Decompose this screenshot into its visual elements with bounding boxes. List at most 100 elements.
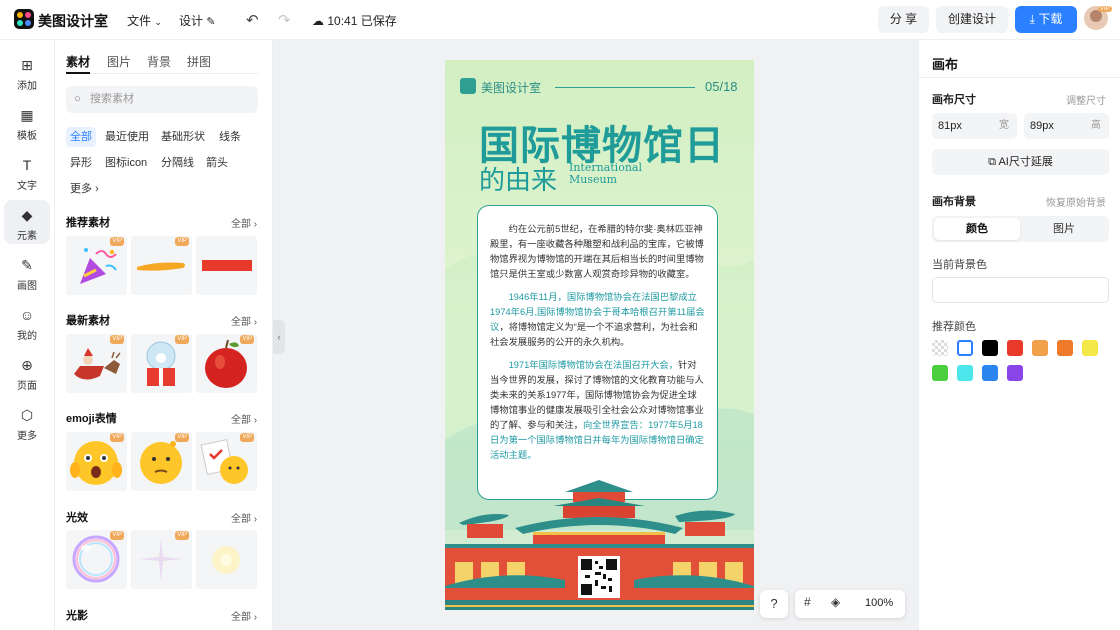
color-swatch[interactable] (1007, 340, 1023, 356)
download-button[interactable]: ⤓ 下载 (1015, 6, 1077, 33)
grid-icon[interactable]: # (804, 595, 811, 609)
create-design-button[interactable]: 创建设计 (936, 6, 1008, 33)
top-bar: 美图设计室 文件 ⌄ 设计 ✎ ↶ ↷ ☁ 10:41 已保存 分 享 创建设计… (0, 0, 1120, 40)
zoom-level[interactable]: 100% (865, 597, 893, 609)
color-swatch[interactable] (932, 340, 948, 356)
chevron-down-icon: ⌄ (154, 17, 162, 27)
resize-link[interactable]: 调整尺寸 (1066, 92, 1106, 107)
poster-canvas[interactable]: 美图设计室 05/18 国际博物馆日 的由来 International Mus… (445, 60, 754, 610)
nav-item-text[interactable]: T 文字 (4, 150, 50, 194)
chip-arrows[interactable]: 箭头 (202, 153, 232, 173)
nav-item-pages[interactable]: ⊕ 页面 (4, 350, 50, 394)
search-input[interactable]: ○ 搜索素材 (66, 86, 258, 113)
color-swatch[interactable] (1007, 365, 1023, 381)
poster-english-title: International Museum (569, 162, 642, 186)
avatar-vip-badge: VIP (1098, 6, 1112, 12)
material-thumb[interactable]: VIP (131, 236, 192, 295)
material-thumb[interactable]: VIP (196, 432, 257, 491)
restore-bg-link[interactable]: 恢复原始背景 (1046, 194, 1106, 209)
material-thumb[interactable]: VIP (66, 236, 127, 295)
poster-paragraph-3: 1971年国际博物馆协会在法国召开大会，针对当今世界的发展，探讨了博物馆的文化教… (490, 358, 705, 463)
vip-badge: VIP (110, 237, 124, 246)
chip-more[interactable]: 更多 › (66, 179, 103, 199)
design-menu[interactable]: 设计 ✎ (179, 12, 216, 29)
poster-divider (555, 87, 695, 88)
nav-label: 元素 (17, 231, 37, 242)
app-logo-icon[interactable] (14, 9, 34, 29)
layers-icon[interactable]: ◈ (831, 595, 840, 609)
nav-item-add[interactable]: ⊞ 添加 (4, 50, 50, 94)
poster-paragraph-1: 约在公元前5世纪，在希腊的特尔斐·奥林匹亚神殿里，有一座收藏各种雕塑和战利品的宝… (490, 224, 704, 279)
file-menu[interactable]: 文件 ⌄ (127, 12, 162, 29)
color-swatch[interactable] (1032, 340, 1048, 356)
help-button[interactable]: ? (760, 590, 788, 618)
vip-badge: VIP (240, 433, 254, 442)
redo-icon[interactable]: ↷ (278, 11, 291, 29)
color-swatch[interactable] (932, 365, 948, 381)
seg-color[interactable]: 颜色 (934, 218, 1020, 240)
tab-materials[interactable]: 素材 (66, 53, 90, 70)
nav-item-template[interactable]: ▦ 模板 (4, 100, 50, 144)
poster-paragraph-2: 1946年11月，国际博物馆协会在法国巴黎成立1974年6月,国际博物馆协会于哥… (490, 290, 705, 350)
material-thumb[interactable]: VIP (66, 530, 127, 589)
material-thumb[interactable]: VIP (131, 432, 192, 491)
material-thumb[interactable]: VIP (131, 530, 192, 589)
tab-collage[interactable]: 拼图 (187, 53, 211, 70)
vip-badge: VIP (110, 335, 124, 344)
nav-label: 页面 (17, 381, 37, 392)
section-all-newest[interactable]: 全部 › (231, 313, 257, 328)
color-swatch[interactable] (1057, 340, 1073, 356)
ai-size-extend-button[interactable]: ⧉ AI尺寸延展 (932, 149, 1109, 175)
material-thumb[interactable]: VIP (196, 334, 257, 393)
section-all-emoji[interactable]: 全部 › (231, 411, 257, 426)
tab-images[interactable]: 图片 (107, 53, 131, 70)
app-name: 美图设计室 (38, 13, 108, 29)
material-thumb[interactable]: VIP (131, 334, 192, 393)
material-thumb[interactable] (196, 236, 257, 295)
material-thumb[interactable] (196, 530, 257, 589)
poster-en-line2: Museum (569, 173, 618, 186)
glow-icon (212, 546, 240, 574)
chip-irregular[interactable]: 异形 (66, 153, 96, 173)
tab-backgrounds[interactable]: 背景 (147, 53, 171, 70)
chip-recent[interactable]: 最近使用 (101, 127, 153, 147)
section-all-recommended[interactable]: 全部 › (231, 215, 257, 230)
seg-image[interactable]: 图片 (1021, 218, 1107, 240)
chip-dividers[interactable]: 分隔线 (157, 153, 198, 173)
section-title-emoji: emoji表情 (66, 413, 117, 425)
nav-item-draw[interactable]: ✎ 画图 (4, 250, 50, 294)
material-thumb[interactable]: VIP (66, 334, 127, 393)
cloud-icon: ☁ (312, 14, 324, 28)
current-bg-color-field[interactable] (932, 277, 1109, 303)
height-field[interactable]: 89px 高 (1024, 113, 1109, 139)
section-all-light-effects[interactable]: 全部 › (231, 510, 257, 525)
nav-item-more[interactable]: ⬡ 更多 (4, 400, 50, 444)
vip-badge: VIP (175, 531, 189, 540)
search-icon: ○ (74, 93, 81, 105)
user-icon: ☺ (19, 307, 35, 323)
width-field[interactable]: 81px 宽 (932, 113, 1017, 139)
chip-all[interactable]: 全部 (66, 127, 96, 147)
color-swatch[interactable] (1082, 340, 1098, 356)
bg-type-toggle: 颜色 图片 (932, 216, 1109, 242)
zoom-bar: # ◈ 100% (795, 590, 905, 618)
section-title-newest: 最新素材 (66, 315, 110, 327)
nav-item-elements[interactable]: ◆ 元素 (4, 200, 50, 244)
share-button[interactable]: 分 享 (878, 6, 929, 33)
undo-icon[interactable]: ↶ (246, 11, 259, 29)
poster-logo-icon (460, 78, 476, 94)
material-thumb[interactable]: VIP (66, 432, 127, 491)
section-all-light-shadow[interactable]: 全部 › (231, 608, 257, 623)
chip-more-label: 更多 (70, 183, 92, 195)
nav-item-mine[interactable]: ☺ 我的 (4, 300, 50, 344)
asset-panel: 素材 图片 背景 拼图 ○ 搜索素材 全部 最近使用 基础形状 线条 异形 图标i… (55, 40, 273, 630)
chip-lines[interactable]: 线条 (215, 127, 245, 147)
chip-icons[interactable]: 图标icon (101, 153, 151, 173)
chip-basic-shapes[interactable]: 基础形状 (157, 127, 209, 147)
color-swatch[interactable] (957, 340, 973, 356)
collapse-panel-button[interactable]: ‹ (273, 320, 285, 354)
save-status: ☁ 10:41 已保存 (312, 12, 397, 29)
color-swatch[interactable] (957, 365, 973, 381)
color-swatch[interactable] (982, 340, 998, 356)
color-swatch[interactable] (982, 365, 998, 381)
